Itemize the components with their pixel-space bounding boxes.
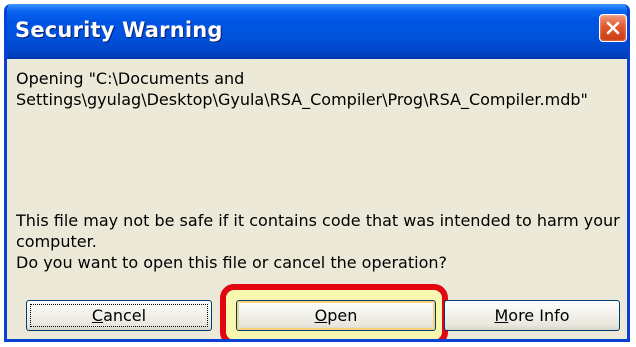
close-button[interactable] [599, 14, 627, 42]
file-path-line-1: Opening "C:\Documents and [16, 69, 245, 88]
open-accelerator: O [314, 306, 328, 325]
open-button[interactable]: Open [236, 300, 436, 331]
title-bar[interactable]: Security Warning [7, 4, 627, 59]
cancel-label: ancel [103, 306, 147, 325]
file-path-message: Opening "C:\Documents and Settings\gyula… [16, 68, 588, 110]
open-label: pen [327, 306, 358, 325]
cancel-button[interactable]: Cancel [26, 300, 212, 331]
warning-line-2: computer. [16, 232, 97, 251]
close-icon [606, 21, 620, 35]
file-path-line-2: Settings\gyulag\Desktop\Gyula\RSA_Compil… [16, 90, 588, 109]
dialog-title: Security Warning [15, 18, 223, 42]
more-info-button[interactable]: More Info [444, 300, 620, 331]
security-warning-dialog: Security Warning Opening "C:\Documents a… [4, 4, 630, 342]
warning-message: This file may not be safe if it contains… [16, 210, 620, 273]
more-info-label: ore Info [508, 306, 570, 325]
warning-line-3: Do you want to open this file or cancel … [16, 253, 447, 272]
more-info-accelerator: M [494, 306, 509, 325]
warning-line-1: This file may not be safe if it contains… [16, 211, 620, 230]
cancel-accelerator: C [91, 306, 104, 325]
